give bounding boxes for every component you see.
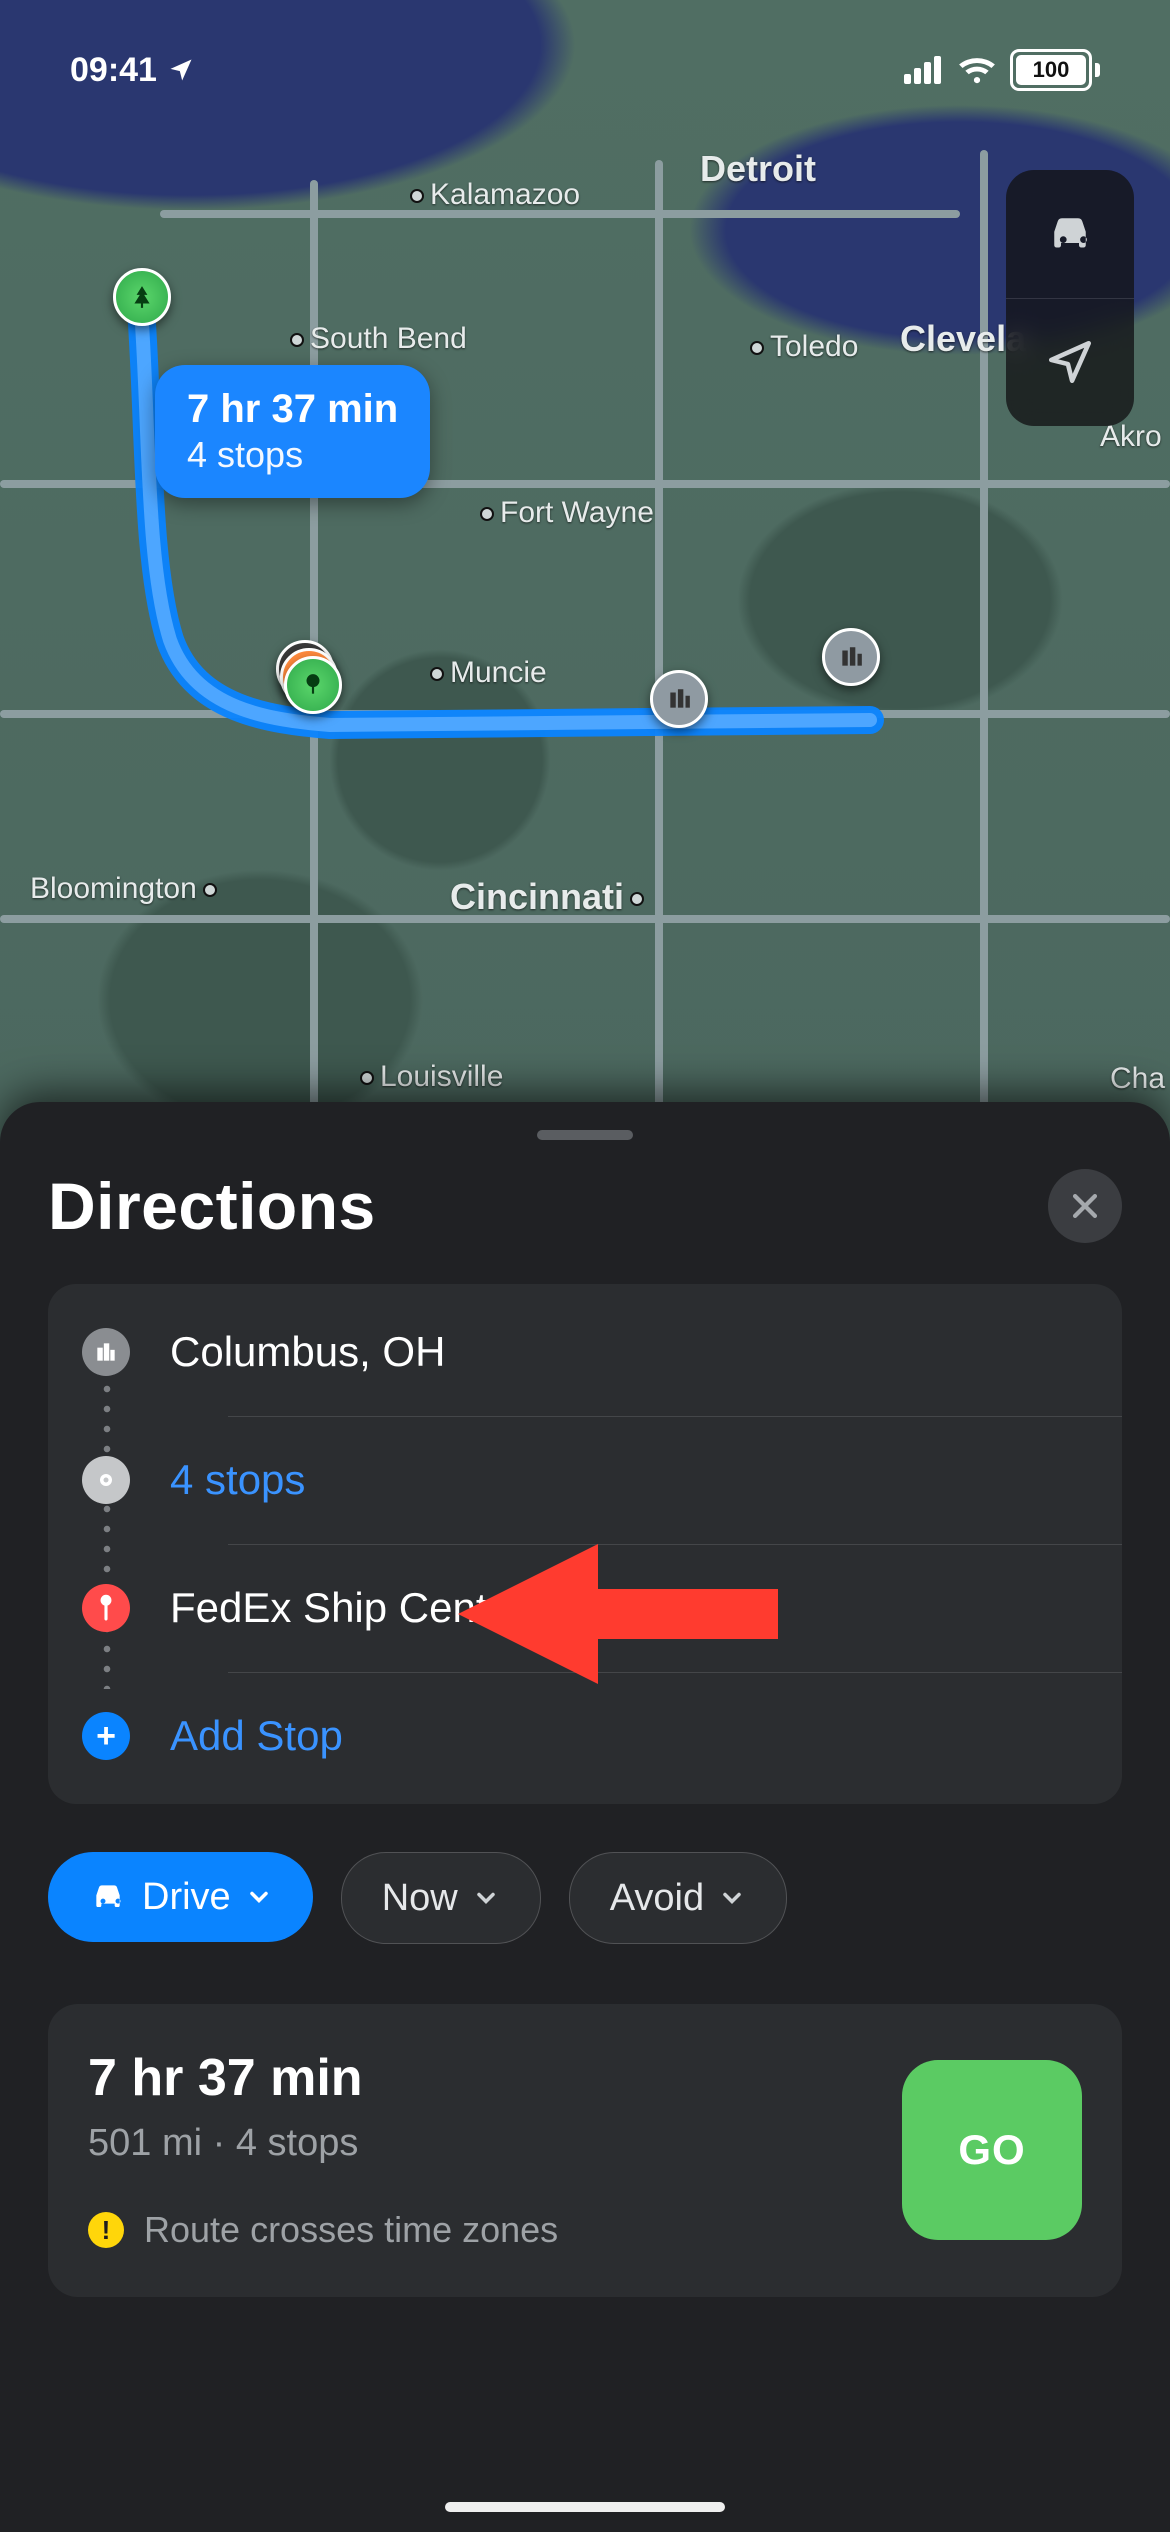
stop-stack-icon [284,656,342,714]
close-icon [1068,1189,1102,1223]
map-canvas[interactable]: Detroit Kalamazoo South Bend Toledo Clev… [0,0,1170,1150]
city-fort-wayne: Fort Wayne [480,496,654,530]
location-services-icon [167,56,195,84]
destination-pin-icon [82,1584,130,1632]
stop-label: Columbus, OH [170,1328,445,1376]
route-callout-time: 7 hr 37 min [187,385,398,433]
recenter-button[interactable] [1006,298,1134,427]
transport-mode-button[interactable] [1006,170,1134,298]
directions-sheet[interactable]: Directions Columbus, OH 4 stops [0,1102,1170,2532]
map-toolbar [1006,170,1134,426]
drive-mode-pill[interactable]: Drive [48,1852,313,1942]
city-cincinnati: Cincinnati [450,876,650,918]
stops-card: Columbus, OH 4 stops FedEx Ship Center +… [48,1284,1122,1804]
city-icon [82,1328,130,1376]
battery-indicator: 100 [1010,49,1100,91]
stop-label: 4 stops [170,1456,305,1504]
warning-icon: ! [88,2212,124,2248]
add-stop-button[interactable]: + Add Stop [48,1672,1122,1800]
waypoint-pin-icon [650,670,708,728]
pill-label: Avoid [610,1877,704,1920]
city-louisville: Louisville [360,1060,503,1094]
sheet-grabber[interactable] [537,1130,633,1140]
go-button[interactable]: GO [902,2060,1082,2240]
stop-row-origin[interactable]: Columbus, OH [48,1288,1122,1416]
car-icon [88,1877,128,1917]
status-time: 09:41 [70,51,157,90]
chevron-down-icon [718,1884,746,1912]
stop-label: FedEx Ship Center [170,1584,525,1632]
waypoint-pin-icon [822,628,880,686]
route-summary-sub: 501 mi · 4 stops [88,2122,558,2165]
stop-row-intermediate[interactable]: 4 stops [48,1416,1122,1544]
city-muncie: Muncie [430,656,547,690]
route-summary-time: 7 hr 37 min [88,2048,558,2108]
pill-label: Drive [142,1876,231,1919]
sheet-title: Directions [48,1168,376,1244]
pill-label: Now [382,1877,458,1920]
status-bar: 09:41 100 [0,0,1170,140]
depart-time-pill[interactable]: Now [341,1852,541,1944]
close-button[interactable] [1048,1169,1122,1243]
route-callout-stops: 4 stops [187,433,398,476]
route-time-callout[interactable]: 7 hr 37 min 4 stops [155,365,430,498]
city-toledo: Toledo [750,330,858,364]
city-detroit: Detroit [700,148,816,190]
waypoint-icon [82,1456,130,1504]
origin-pin-icon [113,268,171,326]
plus-icon: + [82,1712,130,1760]
city-bloomington: Bloomington [30,872,223,906]
city-cha: Cha [1110,1062,1165,1096]
avoid-options-pill[interactable]: Avoid [569,1852,787,1944]
city-south-bend: South Bend [290,322,467,356]
city-kalamazoo: Kalamazoo [410,178,580,212]
go-button-label: GO [958,2126,1025,2174]
route-warning: ! Route crosses time zones [88,2209,558,2251]
home-indicator[interactable] [445,2502,725,2512]
stop-row-destination[interactable]: FedEx Ship Center [48,1544,1122,1672]
route-summary-card[interactable]: 7 hr 37 min 501 mi · 4 stops ! Route cro… [48,2004,1122,2297]
chevron-down-icon [245,1883,273,1911]
add-stop-label: Add Stop [170,1712,343,1760]
route-warning-text: Route crosses time zones [144,2209,558,2251]
cellular-signal-icon [904,56,944,84]
chevron-down-icon [472,1884,500,1912]
wifi-icon [958,56,996,84]
